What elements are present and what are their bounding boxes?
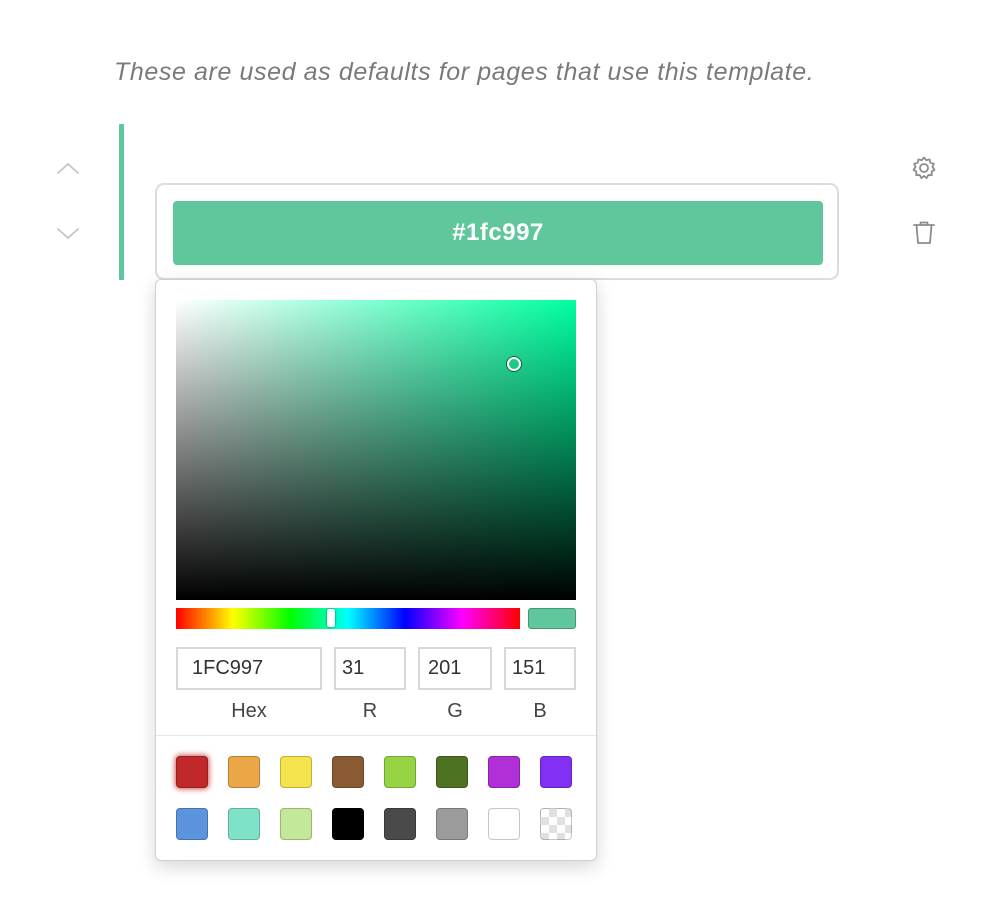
template-defaults-hint: These are used as defaults for pages tha… xyxy=(114,58,815,86)
hex-input[interactable] xyxy=(176,647,322,690)
move-down-button[interactable] xyxy=(54,224,82,244)
preset-swatch-white[interactable] xyxy=(488,808,520,840)
saturation-brightness-area[interactable] xyxy=(176,300,576,600)
trash-icon xyxy=(913,221,935,244)
preset-swatch-blue[interactable] xyxy=(176,808,208,840)
preset-swatch-lime[interactable] xyxy=(384,756,416,788)
chevron-down-icon xyxy=(57,228,79,239)
preset-swatch-transparent[interactable] xyxy=(540,808,572,840)
preset-swatch-dark-gray[interactable] xyxy=(384,808,416,840)
red-label: R xyxy=(362,700,378,722)
preset-swatch-red[interactable] xyxy=(176,756,208,788)
color-preview xyxy=(528,608,576,629)
color-value-field: #1fc997 xyxy=(155,183,839,280)
hue-slider[interactable] xyxy=(176,608,520,629)
delete-button[interactable] xyxy=(908,217,940,249)
hue-slider-handle[interactable] xyxy=(326,609,335,627)
hex-label: Hex xyxy=(231,700,267,722)
preset-swatch-purple[interactable] xyxy=(488,756,520,788)
green-label: G xyxy=(447,700,463,722)
field-accent-bar xyxy=(119,124,124,280)
preset-swatch-violet[interactable] xyxy=(540,756,572,788)
gear-icon xyxy=(912,156,936,179)
chevron-up-icon xyxy=(57,163,79,174)
color-swatch-button[interactable]: #1fc997 xyxy=(173,201,823,265)
color-hex-label: #1fc997 xyxy=(452,219,544,246)
preset-swatch-aqua[interactable] xyxy=(228,808,260,840)
preset-swatch-light-green[interactable] xyxy=(280,808,312,840)
settings-button[interactable] xyxy=(908,152,940,184)
blue-label: B xyxy=(533,700,547,722)
saturation-handle[interactable] xyxy=(507,356,521,371)
preset-swatch-orange[interactable] xyxy=(228,756,260,788)
preset-divider xyxy=(156,735,596,736)
color-picker-popover: Hex R G B xyxy=(155,279,597,861)
preset-swatch-brown[interactable] xyxy=(332,756,364,788)
green-input[interactable] xyxy=(418,647,492,690)
preset-swatch-yellow[interactable] xyxy=(280,756,312,788)
preset-swatch-gray[interactable] xyxy=(436,808,468,840)
preset-swatch-black[interactable] xyxy=(332,808,364,840)
red-input[interactable] xyxy=(334,647,406,690)
blue-input[interactable] xyxy=(504,647,576,690)
move-up-button[interactable] xyxy=(54,158,82,178)
preset-swatch-dark-green[interactable] xyxy=(436,756,468,788)
